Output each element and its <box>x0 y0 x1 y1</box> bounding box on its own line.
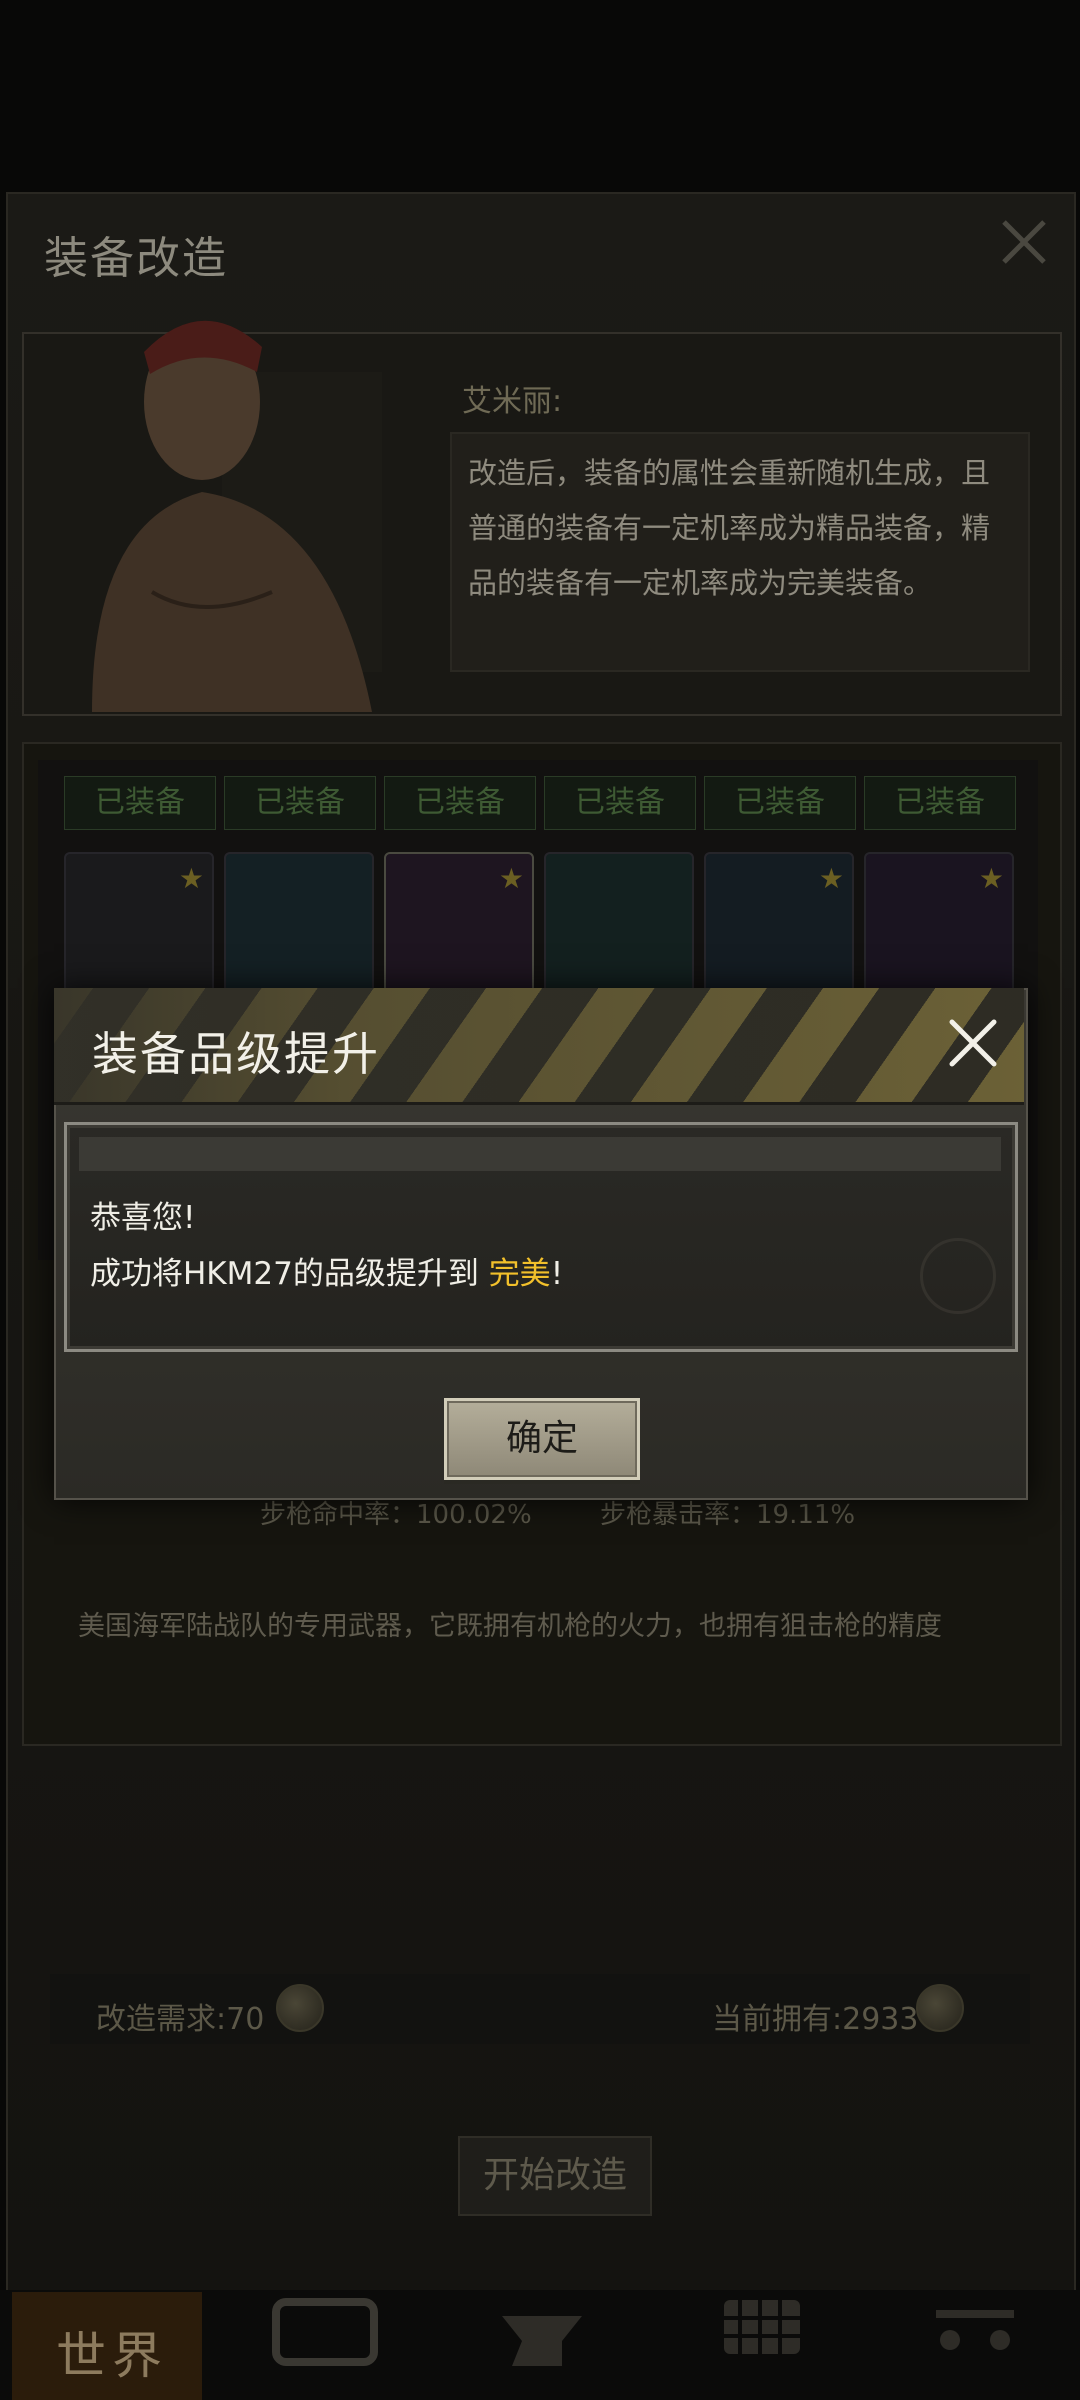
star-icon: ★ <box>818 862 844 895</box>
equipment-slot-blade[interactable]: ★ <box>864 852 1014 996</box>
radiation-icon <box>920 1238 996 1314</box>
quality-perfect-label: 完美 <box>488 1256 551 1292</box>
coin-icon <box>276 1984 324 2032</box>
npc-name: 艾米丽: <box>462 384 563 419</box>
message-upgrade-suffix: ! <box>550 1256 564 1292</box>
message-upgrade: 成功将HKM27的品级提升到 完美! <box>90 1248 563 1293</box>
start-modify-button[interactable]: 开始改造 <box>458 2136 652 2216</box>
equipped-tag: 已装备 <box>544 776 696 830</box>
confirm-button[interactable]: 确定 <box>444 1398 640 1480</box>
message-upgrade-prefix: 成功将HKM27的品级提升到 <box>90 1256 489 1292</box>
owned-amount: 当前拥有:2933 <box>712 2002 919 2037</box>
panel-title: 装备改造 <box>44 233 228 284</box>
cart-icon[interactable] <box>930 2296 1020 2366</box>
star-icon: ★ <box>978 862 1004 895</box>
cost-requirement: 改造需求:70 <box>96 2002 265 2037</box>
panel-close-icon[interactable] <box>996 214 1052 270</box>
anvil-icon[interactable] <box>492 2296 592 2376</box>
grid-menu-icon[interactable] <box>720 2296 804 2366</box>
close-icon[interactable] <box>944 1014 1002 1072</box>
equipment-slot-armor[interactable]: ★ <box>704 852 854 996</box>
message-box-band <box>79 1137 1001 1171</box>
equipment-slot-helmet-camo[interactable]: ★ <box>64 852 214 996</box>
equipped-tag: 已装备 <box>384 776 536 830</box>
npc-portrait <box>92 320 382 712</box>
equipment-slot-rifle[interactable]: ★ <box>384 852 534 996</box>
equipped-tag: 已装备 <box>704 776 856 830</box>
message-box <box>64 1122 1018 1352</box>
screen: 装备改造 艾米丽: 改造后，装备的属性会重新随机生成，且普通的装备有一定机率成为… <box>0 0 1080 2400</box>
coin-icon <box>916 1984 964 2032</box>
equipment-slot-helmet[interactable] <box>224 852 374 996</box>
dialog-title: 装备品级提升 <box>92 1027 380 1081</box>
equipped-tag: 已装备 <box>864 776 1016 830</box>
equipped-tag: 已装备 <box>224 776 376 830</box>
nav-world-label: 世界 <box>56 2327 168 2385</box>
star-icon: ★ <box>498 862 524 895</box>
npc-speech: 改造后，装备的属性会重新随机生成，且普通的装备有一定机率成为精品装备，精品的装备… <box>450 432 1030 672</box>
backpack-icon[interactable] <box>270 2296 380 2376</box>
star-icon: ★ <box>178 862 204 895</box>
item-description: 美国海军陆战队的专用武器，它既拥有机枪的火力，也拥有狙击枪的精度 <box>78 1611 942 1642</box>
equipment-slot-shield[interactable] <box>544 852 694 996</box>
equipped-tag: 已装备 <box>64 776 216 830</box>
message-congrats: 恭喜您! <box>90 1200 196 1236</box>
